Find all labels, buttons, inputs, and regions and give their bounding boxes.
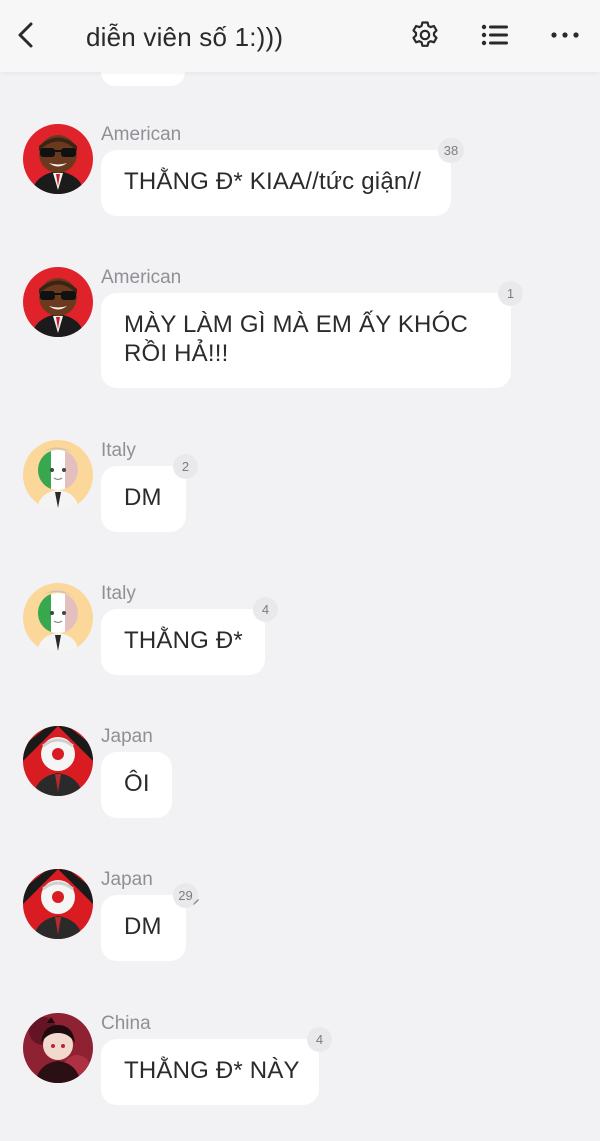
gear-icon[interactable] <box>409 19 441 51</box>
sender-name: American <box>101 267 182 288</box>
china-avatar[interactable] <box>23 1013 93 1083</box>
reaction-count-badge[interactable]: 2 <box>173 454 198 479</box>
reaction-count-badge[interactable]: 38 <box>438 138 464 163</box>
chat-header: diễn viên số 1:))) <box>0 0 600 72</box>
message-bubble[interactable]: ÔI <box>101 752 172 818</box>
reaction-count-badge[interactable]: 4 <box>307 1027 332 1052</box>
sender-name: Italy <box>101 583 136 604</box>
reaction-count-badge[interactable]: 4 <box>253 597 278 622</box>
sender-name: Japan <box>101 726 153 747</box>
message-bubble[interactable]: THẰNG Đ* KIAA//tức giận// <box>101 150 451 216</box>
reaction-count-badge[interactable]: 1 <box>498 281 523 306</box>
japan-avatar[interactable] <box>23 726 93 796</box>
american-avatar[interactable] <box>23 124 93 194</box>
italy-avatar[interactable] <box>23 583 93 653</box>
message-bubble[interactable]: MÀY LÀM GÌ MÀ EM ẤY KHÓC RỒI HẢ!!! <box>101 293 511 388</box>
message-bubble[interactable]: THẰNG Đ* <box>101 609 265 675</box>
sender-name: American <box>101 124 182 145</box>
more-dots-icon[interactable] <box>549 19 581 51</box>
japan-avatar[interactable] <box>23 869 93 939</box>
message-bubble[interactable]: DM <box>101 466 186 532</box>
sender-name: Japan <box>101 869 153 890</box>
message-bubble[interactable]: DM <box>101 895 186 961</box>
edit-pen-icon <box>193 899 199 905</box>
message-bubble[interactable]: THẰNG Đ* NÀY <box>101 1039 319 1105</box>
american-avatar[interactable] <box>23 267 93 337</box>
sender-name: Italy <box>101 440 136 461</box>
chat-title: diễn viên số 1:))) <box>86 22 284 52</box>
sender-name: China <box>101 1013 151 1034</box>
back-arrow-icon[interactable] <box>12 18 42 52</box>
list-icon[interactable] <box>479 19 511 51</box>
italy-avatar[interactable] <box>23 440 93 510</box>
